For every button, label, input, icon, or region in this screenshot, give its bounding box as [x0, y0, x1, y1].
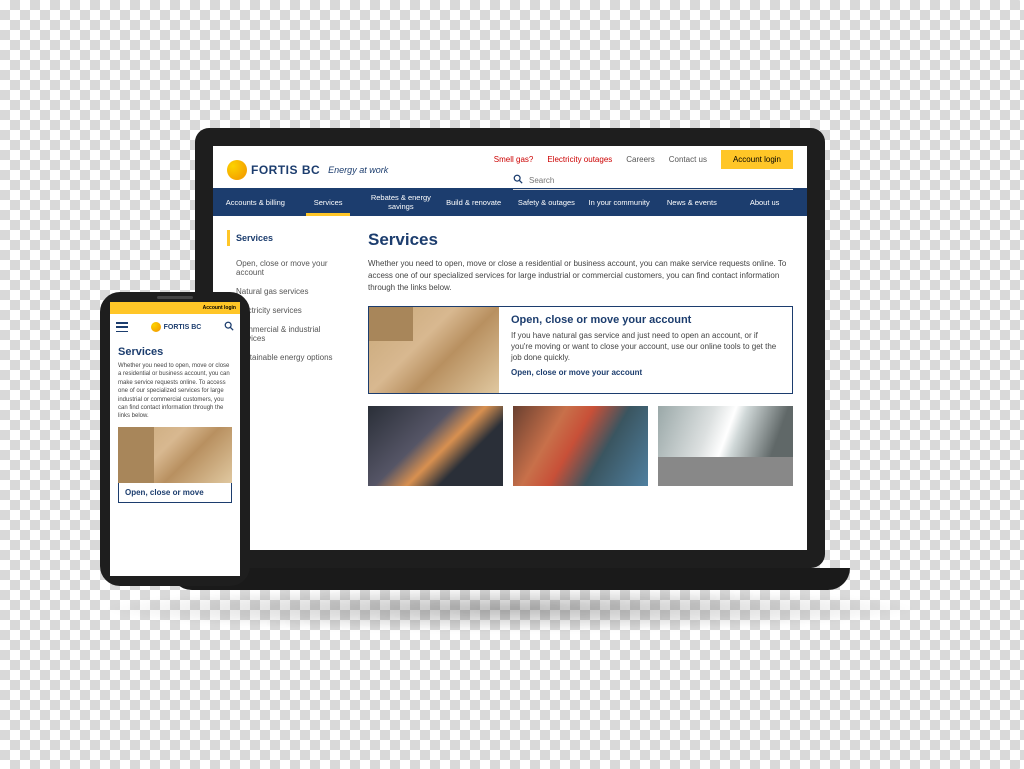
- service-card-3[interactable]: [658, 406, 793, 486]
- sidebar-item-natural-gas[interactable]: Natural gas services: [227, 282, 352, 301]
- mobile-feature-image: [118, 427, 232, 483]
- laptop-mockup: FORTIS BC Energy at work Smell gas? Elec…: [195, 128, 825, 568]
- header-right: Smell gas? Electricity outages Careers C…: [494, 150, 793, 190]
- phone-mockup: Account login FORTIS BC Services Whether…: [100, 292, 250, 586]
- nav-news-events[interactable]: News & events: [656, 189, 729, 216]
- nav-about-us[interactable]: About us: [728, 189, 801, 216]
- brand-tagline: Energy at work: [328, 165, 388, 175]
- nav-accounts-billing[interactable]: Accounts & billing: [219, 189, 292, 216]
- primary-nav: Accounts & billing Services Rebates & en…: [213, 188, 807, 216]
- service-card-2[interactable]: [513, 406, 648, 486]
- brand-name: FORTIS BC: [251, 163, 320, 177]
- smell-gas-link[interactable]: Smell gas?: [494, 155, 534, 164]
- search-input[interactable]: [529, 176, 793, 185]
- mobile-page-intro: Whether you need to open, move or close …: [118, 362, 232, 421]
- contact-us-link[interactable]: Contact us: [669, 155, 707, 164]
- feature-text: If you have natural gas service and just…: [511, 330, 780, 364]
- mobile-brand-name: FORTIS BC: [164, 324, 202, 331]
- utility-links: Smell gas? Electricity outages Careers C…: [494, 150, 793, 169]
- page-body: Services Open, close or move your accoun…: [213, 216, 807, 500]
- search-bar[interactable]: [513, 172, 793, 190]
- mobile-account-login-button[interactable]: Account login: [203, 305, 236, 311]
- service-card-1[interactable]: [368, 406, 503, 486]
- service-card-grid: [368, 406, 793, 486]
- feature-image-moving-boxes: [369, 307, 499, 393]
- nav-services[interactable]: Services: [292, 189, 365, 216]
- nav-safety-outages[interactable]: Safety & outages: [510, 189, 583, 216]
- brand-logo[interactable]: FORTIS BC Energy at work: [227, 160, 388, 180]
- mobile-header: FORTIS BC: [110, 314, 240, 340]
- feature-body: Open, close or move your account If you …: [499, 307, 792, 393]
- electricity-outages-link[interactable]: Electricity outages: [547, 155, 612, 164]
- account-login-button[interactable]: Account login: [721, 150, 793, 169]
- sidebar-item-open-account[interactable]: Open, close or move your account: [227, 254, 352, 282]
- header-bar: FORTIS BC Energy at work Smell gas? Elec…: [213, 146, 807, 188]
- logo-swirl-icon: [227, 160, 247, 180]
- feature-title: Open, close or move your account: [511, 314, 780, 326]
- feature-link[interactable]: Open, close or move your account: [511, 368, 780, 377]
- mobile-page-title: Services: [118, 346, 232, 358]
- mobile-logo[interactable]: FORTIS BC: [151, 322, 202, 332]
- careers-link[interactable]: Careers: [626, 155, 654, 164]
- mobile-search-icon[interactable]: [224, 318, 234, 336]
- mobile-feature-title: Open, close or move: [125, 488, 225, 497]
- mobile-logo-swirl-icon: [151, 322, 161, 332]
- mobile-topbar: Account login: [110, 302, 240, 314]
- sidebar-heading[interactable]: Services: [227, 230, 352, 246]
- phone-screen: Account login FORTIS BC Services Whether…: [110, 302, 240, 576]
- laptop-base: [170, 568, 850, 590]
- mobile-body: Services Whether you need to open, move …: [110, 340, 240, 509]
- nav-community[interactable]: In your community: [583, 189, 656, 216]
- laptop-screen: FORTIS BC Energy at work Smell gas? Elec…: [213, 146, 807, 550]
- feature-card[interactable]: Open, close or move your account If you …: [368, 306, 793, 394]
- search-icon: [513, 174, 523, 187]
- hamburger-menu-icon[interactable]: [116, 322, 128, 332]
- main-content: Services Whether you need to open, move …: [368, 230, 793, 486]
- device-shadow: [100, 586, 920, 632]
- page-title: Services: [368, 230, 793, 250]
- nav-build-renovate[interactable]: Build & renovate: [437, 189, 510, 216]
- page-intro: Whether you need to open, move or close …: [368, 258, 793, 294]
- mobile-feature-card[interactable]: Open, close or move: [118, 483, 232, 503]
- nav-rebates[interactable]: Rebates & energy savings: [365, 184, 438, 220]
